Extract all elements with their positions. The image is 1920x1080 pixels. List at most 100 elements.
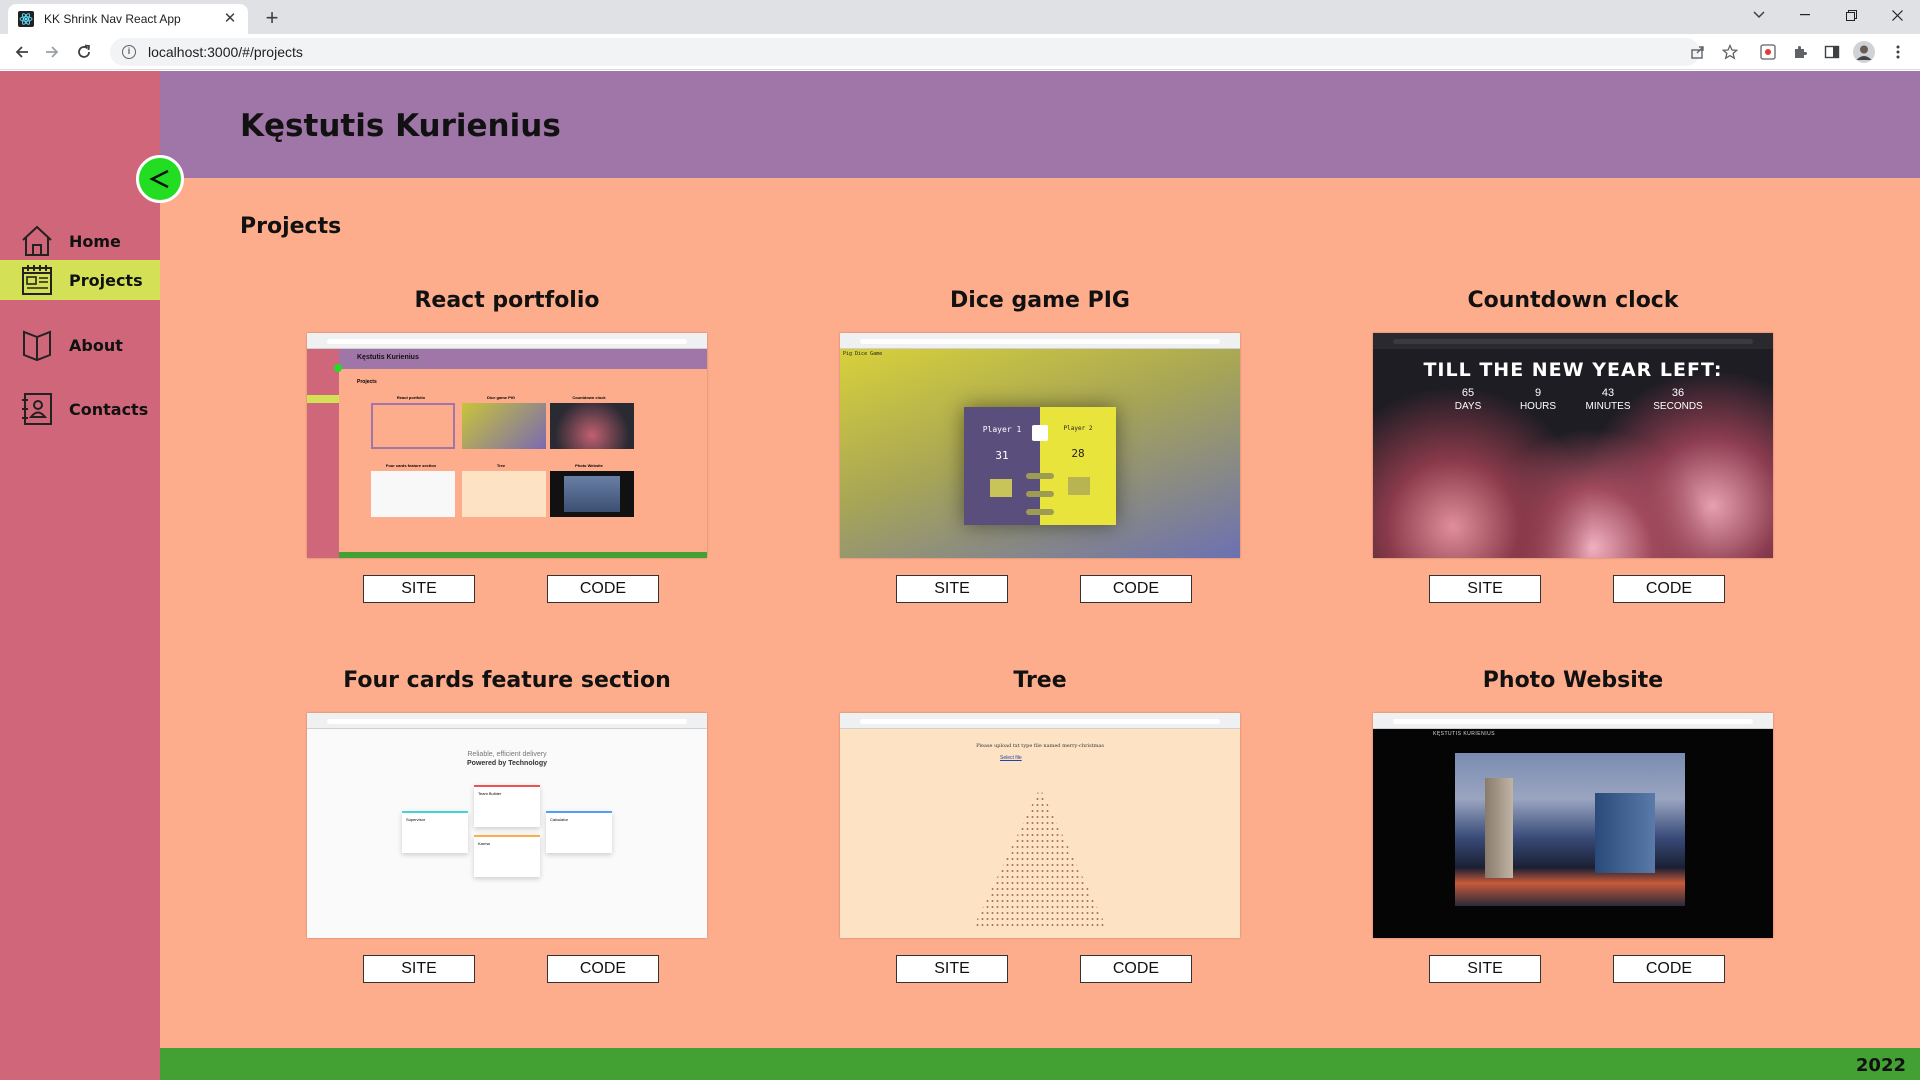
project-card-dice-game: Dice game PIG Pig Dice Game Player 1 Pla… [840, 288, 1240, 603]
home-icon [20, 224, 54, 258]
thumb-fourcards-line1: Reliable, efficient delivery [467, 751, 547, 758]
sidebar: Home Projects About Contacts [0, 71, 160, 1080]
contact-card-icon [20, 392, 54, 426]
thumb-tree-button: Select file [1000, 755, 1022, 761]
restore-window-button[interactable] [1828, 0, 1874, 30]
thumb-card-title: Tree [496, 463, 506, 468]
thumb-section-text: Projects [357, 379, 377, 385]
project-card-four-cards: Four cards feature section Reliable, eff… [307, 668, 707, 983]
thumb-card-title: React portfolio [396, 395, 426, 400]
new-tab-button[interactable]: + [258, 5, 286, 33]
site-button[interactable]: SITE [1429, 575, 1541, 603]
thumb-photo-image [1455, 753, 1685, 906]
tab-title: KK Shrink Nav React App [44, 12, 181, 26]
thumb-dice-title: Pig Dice Game [843, 351, 883, 357]
site-button[interactable]: SITE [363, 575, 475, 603]
site-button[interactable]: SITE [1429, 955, 1541, 983]
projects-content: Projects React portfolio Kęstutis Kurien… [160, 178, 1920, 1048]
project-screenshot: Reliable, efficient delivery Powered by … [307, 713, 707, 938]
project-card-tree: Tree Please upload txt type file named m… [840, 668, 1240, 983]
sidebar-item-contacts[interactable]: Contacts [0, 389, 160, 429]
project-screenshot: KĘSTUTIS KURIENIUS [1373, 713, 1773, 938]
browser-toolbar: i localhost:3000/#/projects [0, 34, 1920, 70]
extensions-puzzle-icon[interactable] [1788, 40, 1812, 64]
thumb-countdown-unit: SECONDS [1653, 401, 1703, 412]
thumb-countdown-value: 36 [1671, 387, 1685, 399]
project-title: Tree [1013, 668, 1067, 693]
site-button[interactable]: SITE [896, 575, 1008, 603]
code-button[interactable]: CODE [1613, 955, 1725, 983]
thumb-countdown-unit: HOURS [1519, 401, 1557, 412]
projects-icon [20, 263, 54, 297]
project-title: Countdown clock [1467, 288, 1679, 313]
chevron-left-icon [149, 169, 169, 189]
react-favicon-icon [18, 11, 34, 27]
project-title: Photo Website [1482, 668, 1664, 693]
sidebar-item-label: Home [69, 231, 121, 251]
code-button[interactable]: CODE [1080, 575, 1192, 603]
code-button[interactable]: CODE [1080, 955, 1192, 983]
close-window-button[interactable] [1874, 0, 1920, 30]
sidebar-item-label: Contacts [69, 399, 149, 419]
sidebar-item-home[interactable]: Home [0, 221, 160, 261]
thumb-card-title: Countdown clock [572, 395, 606, 400]
address-url: localhost:3000/#/projects [148, 44, 303, 60]
sidebar-item-projects[interactable]: Projects [0, 260, 160, 300]
thumb-countdown-value: 43 [1601, 387, 1615, 399]
book-icon [20, 328, 54, 362]
thumb-feature-card: Karma [474, 835, 540, 877]
forward-arrow-icon[interactable] [38, 38, 66, 66]
thumb-card-title: Photo Website [575, 463, 603, 468]
code-button[interactable]: CODE [547, 575, 659, 603]
profile-avatar[interactable] [1852, 40, 1876, 64]
share-icon[interactable] [1686, 40, 1710, 64]
owner-name: Kęstutis Kurienius [240, 108, 561, 144]
project-card-photo-website: Photo Website KĘSTUTIS KURIENIUS SITE CO… [1373, 668, 1773, 983]
address-bar[interactable]: i localhost:3000/#/projects [110, 38, 1700, 66]
side-panel-icon[interactable] [1820, 40, 1844, 64]
thumb-feature-card: Calculator [546, 811, 612, 853]
section-title: Projects [240, 214, 342, 239]
thumb-feature-card: Supervisor [402, 811, 468, 853]
code-button[interactable]: CODE [547, 955, 659, 983]
minimize-window-button[interactable] [1782, 0, 1828, 30]
page-footer: 2022 [160, 1048, 1920, 1080]
browser-tab[interactable]: KK Shrink Nav React App ✕ [8, 4, 248, 34]
back-arrow-icon[interactable] [8, 38, 36, 66]
thumb-photo-brand: KĘSTUTIS KURIENIUS [1433, 731, 1496, 737]
thumb-countdown-heading: TILL THE NEW YEAR LEFT: [1423, 359, 1723, 381]
project-card-react-portfolio: React portfolio Kęstutis Kurienius Proje… [307, 288, 707, 603]
thumb-score1: 31 [995, 449, 1009, 462]
screen-record-extension-icon[interactable] [1756, 40, 1780, 64]
sidebar-item-label: Projects [69, 270, 143, 290]
thumb-countdown-value: 65 [1461, 387, 1475, 399]
tab-close-icon[interactable]: ✕ [222, 11, 238, 27]
code-button[interactable]: CODE [1613, 575, 1725, 603]
browser-menu-icon[interactable] [1886, 40, 1910, 64]
thumb-countdown-value: 9 [1534, 387, 1542, 399]
thumb-tree-prompt: Please upload txt type file named merry-… [976, 743, 1104, 749]
footer-year: 2022 [1855, 1055, 1906, 1076]
project-card-countdown-clock: Countdown clock TILL THE NEW YEAR LEFT: … [1373, 288, 1773, 603]
sidebar-collapse-button[interactable] [136, 155, 184, 203]
project-screenshot: Pig Dice Game Player 1 Player 2 31 28 [840, 333, 1240, 558]
app-root: Home Projects About Contacts Kęstutis Ku… [0, 71, 1920, 1080]
sidebar-item-about[interactable]: About [0, 325, 160, 365]
sidebar-item-label: About [69, 335, 123, 355]
thumb-fourcards-line2: Powered by Technology [467, 760, 547, 767]
thumb-player2: Player 2 [1063, 425, 1093, 432]
project-screenshot: Please upload txt type file named merry-… [840, 713, 1240, 938]
site-button[interactable]: SITE [363, 955, 475, 983]
thumb-card-title: Dice game PIG [486, 395, 515, 400]
project-title: Dice game PIG [950, 288, 1130, 313]
thumb-countdown-unit: DAYS [1454, 401, 1482, 412]
thumb-countdown-unit: MINUTES [1585, 401, 1631, 412]
bookmark-star-icon[interactable] [1718, 40, 1742, 64]
site-info-icon[interactable]: i [122, 45, 136, 59]
tab-search-icon[interactable] [1736, 0, 1782, 30]
project-title: Four cards feature section [343, 668, 671, 693]
reload-icon[interactable] [70, 38, 98, 66]
thumb-player1: Player 1 [982, 425, 1022, 434]
site-button[interactable]: SITE [896, 955, 1008, 983]
project-screenshot: TILL THE NEW YEAR LEFT: 65 9 43 36 DAYS … [1373, 333, 1773, 558]
